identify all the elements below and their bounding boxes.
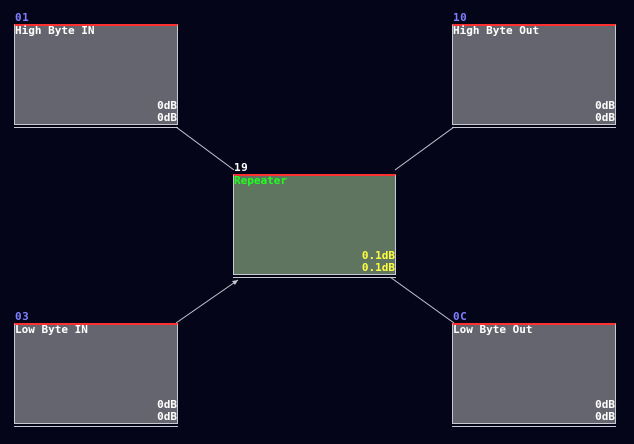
node-underline: [233, 277, 396, 278]
node-title: Repeater: [234, 174, 287, 187]
node-body[interactable]: [14, 24, 178, 125]
node-underline: [14, 426, 178, 427]
link-arrowhead: [232, 280, 238, 285]
node-high-byte-in[interactable]: 01 High Byte IN 0dB 0dB: [14, 12, 178, 128]
node-title: High Byte Out: [453, 24, 540, 37]
node-level-2: 0dB: [157, 410, 177, 423]
node-title: High Byte IN: [15, 24, 95, 37]
link-repeater-to-high-out: [394, 126, 455, 171]
node-low-byte-out[interactable]: 0C Low Byte Out 0dB 0dB: [452, 311, 616, 427]
node-level-2: 0.1dB: [361, 261, 395, 274]
node-title: Low Byte Out: [453, 323, 533, 336]
node-title: Low Byte IN: [15, 323, 88, 336]
link-high-in-to-repeater: [175, 126, 235, 171]
link-low-in-to-repeater: [175, 279, 239, 324]
node-body[interactable]: [452, 323, 616, 424]
node-level-2: 0dB: [595, 111, 615, 124]
node-body[interactable]: [452, 24, 616, 125]
node-id-label: 10: [453, 11, 468, 24]
node-underline: [14, 127, 178, 128]
node-underline: [452, 127, 616, 128]
node-level-2: 0dB: [595, 410, 615, 423]
node-id-label: 0C: [453, 310, 468, 323]
patch-canvas[interactable]: 01 High Byte IN 0dB 0dB 10 High Byte Out…: [0, 0, 634, 444]
node-high-byte-out[interactable]: 10 High Byte Out 0dB 0dB: [452, 12, 616, 128]
node-repeater[interactable]: 19 Repeater 0.1dB 0.1dB: [233, 162, 396, 278]
node-underline: [452, 426, 616, 427]
node-level-2: 0dB: [157, 111, 177, 124]
node-body[interactable]: [14, 323, 178, 424]
node-id-label: 01: [15, 11, 30, 24]
node-id-label: 03: [15, 310, 30, 323]
node-low-byte-in[interactable]: 03 Low Byte IN 0dB 0dB: [14, 311, 178, 427]
link-repeater-to-low-out: [389, 276, 455, 324]
node-id-label: 19: [234, 161, 249, 174]
